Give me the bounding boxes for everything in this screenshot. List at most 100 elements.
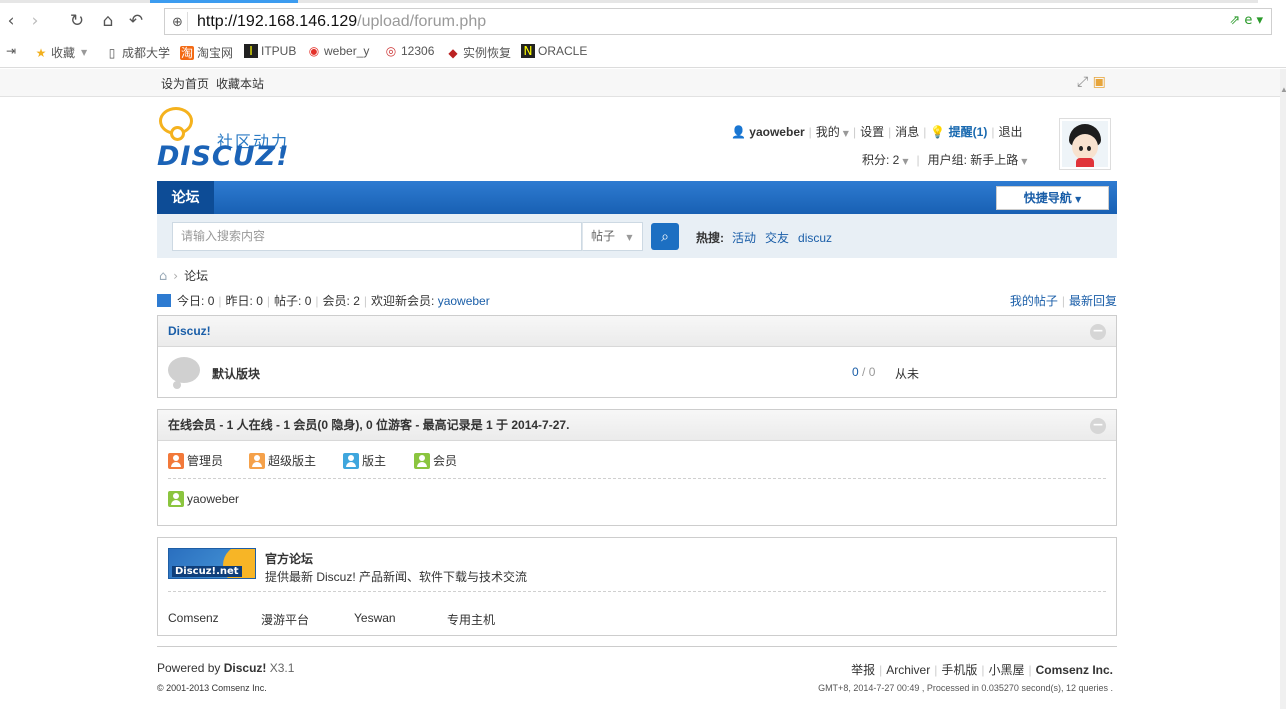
- bookmark-item[interactable]: ◉ weber_y: [307, 44, 370, 58]
- bookmark-item[interactable]: ▯ 成都大学: [105, 44, 170, 61]
- discuz-net-banner[interactable]: Discuz!.net: [168, 548, 256, 579]
- official-forum-title[interactable]: 官方论坛: [265, 550, 313, 567]
- rail-icon: ◎: [385, 44, 397, 58]
- username-link[interactable]: yaoweber: [749, 125, 804, 139]
- my-menu[interactable]: 我的: [816, 125, 840, 139]
- scrollbar[interactable]: ▲: [1280, 69, 1286, 709]
- reload-icon[interactable]: ↻: [66, 10, 88, 32]
- oracle-icon: N: [521, 44, 535, 58]
- blacklist-link[interactable]: 小黑屋: [989, 663, 1025, 677]
- bookmark-bar: ⇥ ★ 收藏 ▼ ▯ 成都大学 淘淘宝网 I ITPUB ◉ weber_y ◎ 12306…: [0, 40, 1286, 66]
- comsenz-link[interactable]: Comsenz Inc.: [1036, 663, 1113, 677]
- chevron-down-icon: ▼: [842, 129, 849, 138]
- friend-link[interactable]: 专用主机: [447, 611, 495, 628]
- report-link[interactable]: 举报: [851, 663, 875, 677]
- taobao-icon: 淘: [180, 45, 194, 60]
- archiver-link[interactable]: Archiver: [886, 663, 930, 677]
- home-icon[interactable]: ⌂: [159, 269, 167, 284]
- bookmark-toggle-icon[interactable]: ⇥: [4, 44, 18, 58]
- style-switch-icon[interactable]: ▣: [1093, 74, 1106, 90]
- messages-link[interactable]: 消息: [895, 125, 919, 139]
- friend-link[interactable]: 漫游平台: [261, 611, 309, 628]
- search-input[interactable]: 请输入搜索内容: [172, 222, 582, 251]
- footer-info: GMT+8, 2014-7-27 00:49 , Processed in 0.…: [818, 683, 1113, 693]
- links-box: Discuz!.net 官方论坛 提供最新 Discuz! 产品新闻、软件下载与…: [157, 537, 1117, 636]
- forum-last-post: 从未: [895, 367, 920, 381]
- star-icon: ★: [35, 45, 47, 60]
- legend-member: 会员: [414, 452, 457, 469]
- friend-link[interactable]: Yeswan: [354, 611, 396, 625]
- undo-icon[interactable]: ↶: [125, 10, 147, 32]
- discuz-logo[interactable]: 社区动力 DISCUZ!: [157, 107, 297, 177]
- discuz-link[interactable]: Discuz!: [224, 661, 267, 675]
- forum-stats: 今日: 0 | 昨日: 0 | 帖子: 0 | 会员: 2 | 欢迎新会员: yaoweber …: [157, 292, 1117, 310]
- member-icon: [414, 452, 430, 469]
- remind-link[interactable]: 提醒(1): [949, 125, 988, 139]
- weibo-icon: ◉: [308, 44, 320, 58]
- chevron-down-icon: ▼: [1075, 195, 1082, 204]
- fullscreen-icon[interactable]: ⤢: [1077, 74, 1088, 90]
- hot-search-link[interactable]: 交友: [765, 231, 789, 245]
- friend-links: Comsenz 漫游平台 Yeswan 专用主机: [158, 592, 1116, 636]
- avatar[interactable]: [1059, 118, 1111, 170]
- address-bar[interactable]: ⊕ http://192.168.146.129/upload/forum.ph…: [164, 8, 1272, 35]
- super-mod-icon: [249, 452, 265, 469]
- forward-icon[interactable]: ›: [24, 10, 46, 32]
- chevron-down-icon: ▼: [902, 157, 909, 166]
- online-box: 在线会员 - 1 人在线 - 1 会员(0 隐身), 0 位游客 - 最高记录是…: [157, 409, 1117, 526]
- url-text[interactable]: http://192.168.146.129/upload/forum.php: [197, 13, 486, 31]
- category-box: Discuz! − 默认版块 0 / 0 从未: [157, 315, 1117, 398]
- usergroup-menu[interactable]: 用户组: 新手上路: [928, 153, 1019, 167]
- bookmark-item[interactable]: I ITPUB: [244, 44, 296, 58]
- home-icon[interactable]: ⌂: [97, 10, 119, 32]
- share-icon[interactable]: ⇗ e ▾: [1229, 13, 1263, 28]
- breadcrumb-current: 论坛: [184, 269, 209, 283]
- user-menu: 👤 yaoweber | 我的 ▼ | 设置 | 消息 | 💡 提醒(1) | 退出: [731, 125, 1023, 139]
- tab-forum[interactable]: 论坛: [157, 181, 214, 214]
- collapse-icon[interactable]: −: [1090, 324, 1106, 340]
- browser-toolbar: ‹ › ↻ ⌂ ↶ ⊕ http://192.168.146.129/uploa…: [0, 0, 1286, 68]
- page-icon: ▯: [108, 45, 116, 60]
- user-icon: 👤: [731, 125, 746, 139]
- logout-link[interactable]: 退出: [998, 125, 1022, 139]
- my-posts-link[interactable]: 我的帖子: [1010, 294, 1058, 308]
- bookmark-item[interactable]: N ORACLE: [521, 44, 587, 58]
- newest-member-link[interactable]: yaoweber: [438, 294, 490, 308]
- legend-admin: 管理员: [168, 452, 223, 469]
- bookmark-item[interactable]: ◆ 实例恢复: [446, 44, 511, 61]
- footer-copyright: © 2001-2013 Comsenz Inc.: [157, 683, 267, 693]
- online-member[interactable]: yaoweber: [168, 491, 239, 507]
- collapse-icon[interactable]: −: [1090, 418, 1106, 434]
- mod-icon: [343, 452, 359, 469]
- forum-name[interactable]: 默认版块: [212, 365, 260, 382]
- category-title[interactable]: Discuz!: [168, 324, 211, 338]
- itpub-icon: I: [244, 44, 258, 58]
- back-icon[interactable]: ‹: [0, 10, 22, 32]
- settings-link[interactable]: 设置: [860, 125, 884, 139]
- set-home-link[interactable]: 设为首页: [161, 77, 209, 91]
- hot-search-link[interactable]: discuz: [798, 231, 832, 245]
- shield-icon: ⊕: [168, 12, 188, 31]
- forum-counts: 0 / 0: [852, 365, 876, 379]
- friend-link[interactable]: Comsenz: [168, 611, 219, 625]
- latest-replies-link[interactable]: 最新回复: [1069, 294, 1117, 308]
- credits-menu[interactable]: 积分: 2: [862, 153, 899, 167]
- mobile-link[interactable]: 手机版: [941, 663, 977, 677]
- search-button[interactable]: ⌕: [651, 223, 679, 250]
- admin-icon: [168, 452, 184, 469]
- bookmark-item[interactable]: ◎ 12306: [384, 44, 435, 58]
- bookmark-item[interactable]: 淘淘宝网: [180, 44, 233, 61]
- online-members: yaoweber: [158, 479, 1116, 523]
- breadcrumb: ⌂ › 论坛: [159, 269, 209, 284]
- hot-search-link[interactable]: 活动: [732, 231, 756, 245]
- footer-powered: Powered by Discuz! X3.1: [157, 661, 295, 675]
- online-title: 在线会员 - 1 人在线 - 1 会员(0 隐身), 0 位游客 - 最高记录是…: [168, 418, 570, 432]
- legend-super-mod: 超级版主: [249, 452, 316, 469]
- bookmark-favorites[interactable]: ★ 收藏 ▼: [34, 44, 88, 61]
- member-icon: [168, 491, 184, 507]
- online-legend: 管理员 超级版主 版主 会员: [168, 441, 1106, 479]
- quick-nav-button[interactable]: 快捷导航 ▼: [996, 186, 1109, 210]
- bookmark-site-link[interactable]: 收藏本站: [216, 77, 264, 91]
- search-type-select[interactable]: 帖子 ▼: [582, 222, 643, 251]
- shield-red-icon: ◆: [448, 45, 458, 60]
